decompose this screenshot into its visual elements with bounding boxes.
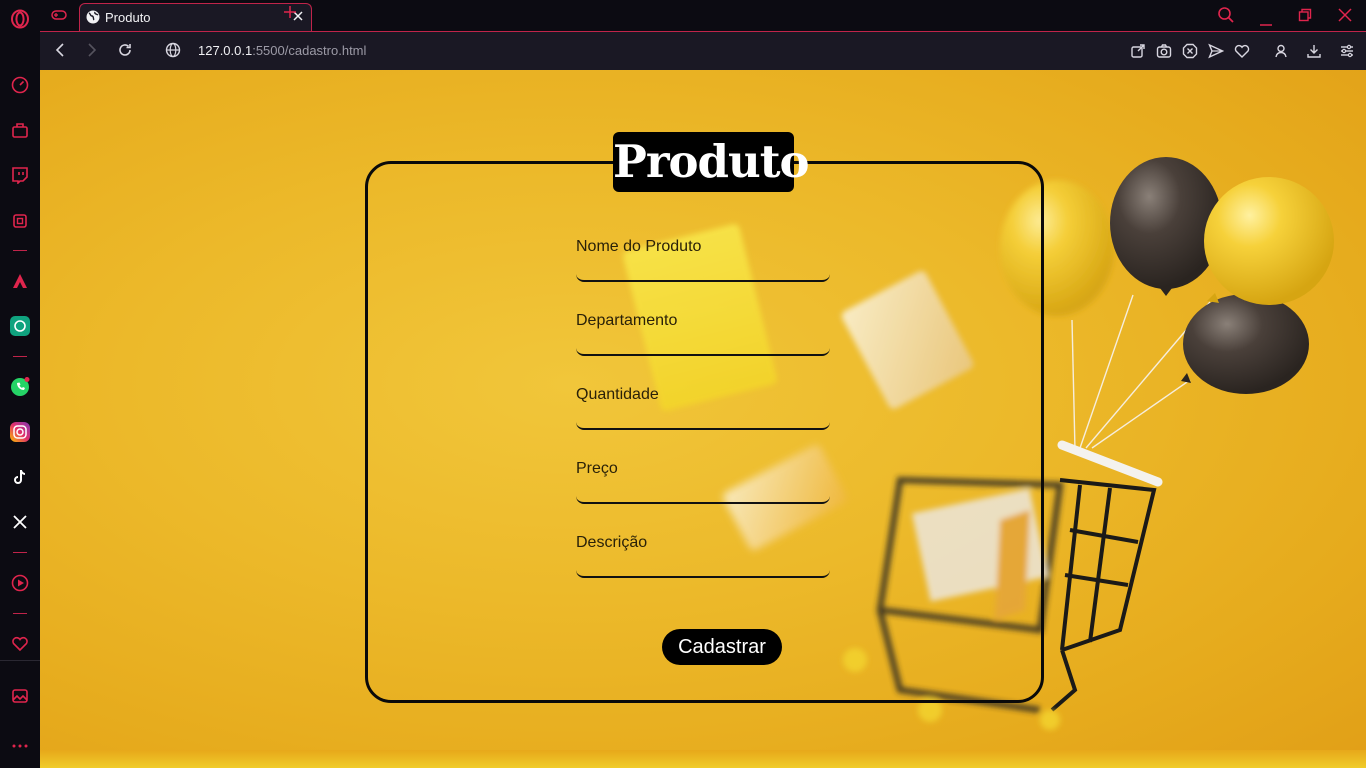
sidebar-divider [0,660,40,661]
field-label: Quantidade [576,386,659,403]
quantidade-input[interactable] [576,410,830,430]
x-icon[interactable] [10,512,30,532]
adblock-icon[interactable] [1182,43,1198,64]
tiktok-icon[interactable] [10,467,30,487]
field-label: Nome do Produto [576,238,702,255]
sidebar-separator [13,613,27,614]
field-label: Descrição [576,534,648,551]
field-preco: Preço [576,460,830,504]
devices-icon[interactable] [10,211,30,231]
field-label: Departamento [576,312,678,329]
player-icon[interactable] [10,573,30,593]
descricao-input[interactable] [576,558,830,578]
download-icon[interactable] [1306,43,1322,64]
form-title: Produto [613,132,810,192]
easy-setup-icon[interactable] [1339,43,1355,64]
gamepad-icon[interactable] [51,8,67,27]
preco-input[interactable] [576,484,830,504]
minimize-icon[interactable] [1259,14,1273,32]
departamento-input[interactable] [576,336,830,356]
sidebar-separator [13,356,27,357]
tab-produto[interactable]: Produto [79,3,312,31]
field-nome-do-produto: Nome do Produto [576,238,830,282]
sidebar-separator [13,552,27,553]
send-icon[interactable] [1208,43,1225,64]
bookmark-heart-icon[interactable] [1234,43,1250,64]
field-descricao: Descrição [576,534,830,578]
field-departamento: Departamento [576,312,830,356]
account-icon[interactable] [1273,43,1289,64]
snapshot-icon[interactable] [1156,43,1172,64]
site-info-globe-icon[interactable] [165,42,181,63]
gallery-icon[interactable] [10,686,30,706]
tab-strip: Produto [40,0,1366,31]
cadastrar-button[interactable]: Cadastrar [662,629,782,665]
globe-icon [86,10,100,29]
more-icon[interactable] [10,736,30,756]
reload-icon[interactable] [117,42,133,63]
whatsapp-icon[interactable] [10,377,30,397]
nome-do-produto-input[interactable] [576,262,830,282]
sidebar-separator [13,250,27,251]
close-window-icon[interactable] [1338,8,1352,27]
chatgpt-icon[interactable] [10,316,30,336]
page-viewport: Produto Nome do Produto Departamento Qua… [40,70,1366,768]
address-bar: 127.0.0.1:5500/cadastro.html [40,31,1366,70]
new-tab-icon[interactable] [283,5,297,24]
share-icon[interactable] [1130,43,1146,64]
aria-icon[interactable] [10,271,30,291]
forward-icon[interactable] [86,42,98,63]
heart-icon[interactable] [10,634,30,654]
browser-sidebar [0,0,41,768]
back-icon[interactable] [54,42,66,63]
opera-logo-icon[interactable] [10,9,30,29]
url-host: 127.0.0.1 [198,43,253,58]
twitch-icon[interactable] [10,165,30,185]
instagram-icon[interactable] [10,422,30,442]
tab-title: Produto [105,10,151,25]
extensions-icon[interactable] [10,120,30,140]
url-field[interactable]: 127.0.0.1:5500/cadastro.html [198,43,366,58]
search-tabs-icon[interactable] [1217,6,1235,29]
page-footer-strip [40,750,1366,768]
url-path: :5500/cadastro.html [252,43,367,58]
speed-dial-icon[interactable] [10,75,30,95]
field-quantidade: Quantidade [576,386,830,430]
restore-icon[interactable] [1298,8,1312,27]
field-label: Preço [576,460,618,477]
